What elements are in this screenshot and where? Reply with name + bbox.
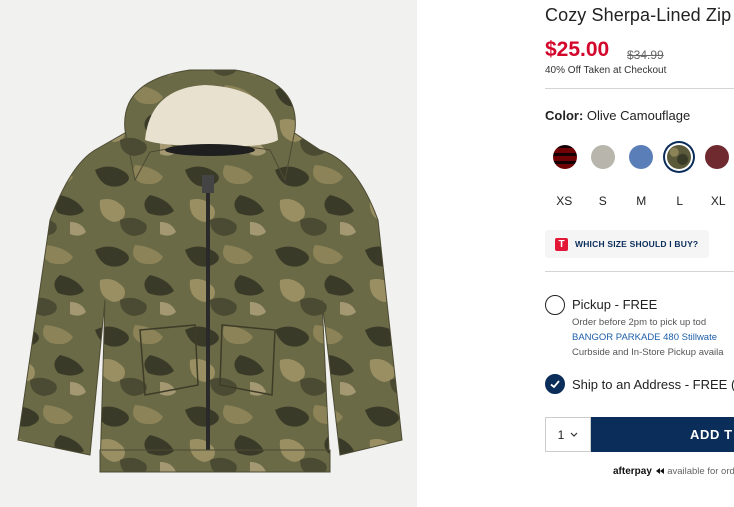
pickup-title: Pickup - FREE bbox=[572, 297, 658, 312]
hoodie-illustration bbox=[17, 69, 403, 473]
size-options: XS S M L XL bbox=[545, 194, 734, 208]
swatch-olive-camouflage[interactable] bbox=[667, 145, 691, 169]
divider bbox=[545, 88, 734, 89]
size-xl[interactable]: XL bbox=[699, 194, 734, 208]
checkmark-icon bbox=[550, 380, 560, 389]
size-guide-link[interactable]: T WHICH SIZE SHOULD I BUY? bbox=[545, 230, 709, 258]
quantity-value: 1 bbox=[557, 427, 565, 442]
pickup-radio[interactable] bbox=[545, 295, 565, 315]
size-l[interactable]: L bbox=[661, 194, 700, 208]
pickup-store-link[interactable]: BANGOR PARKADE 480 Stillwate bbox=[572, 332, 717, 343]
divider bbox=[545, 271, 734, 272]
color-swatches bbox=[553, 145, 729, 169]
size-xs[interactable]: XS bbox=[545, 194, 584, 208]
ship-radio[interactable] bbox=[545, 374, 565, 394]
chevron-down-icon bbox=[570, 432, 578, 437]
color-label: Color: bbox=[545, 108, 584, 123]
size-s[interactable]: S bbox=[584, 194, 623, 208]
afterpay-info: afterpay available for ord bbox=[613, 466, 734, 477]
promo-text: 40% Off Taken at Checkout bbox=[545, 65, 667, 76]
quantity-select[interactable]: 1 bbox=[545, 417, 591, 452]
product-title: Cozy Sherpa-Lined Zip bbox=[545, 5, 732, 25]
swatch-heather-gray[interactable] bbox=[591, 145, 615, 169]
color-selection: Color: Olive Camouflage bbox=[545, 108, 690, 123]
original-price: $34.99 bbox=[627, 48, 664, 62]
add-to-bag-button[interactable]: ADD T bbox=[591, 417, 734, 452]
product-image[interactable] bbox=[0, 0, 417, 507]
afterpay-arrows-icon bbox=[655, 468, 664, 475]
size-guide-icon: T bbox=[555, 237, 568, 251]
pickup-cutoff: Order before 2pm to pick up tod bbox=[572, 317, 707, 328]
swatch-burgundy[interactable] bbox=[705, 145, 729, 169]
swatch-blue[interactable] bbox=[629, 145, 653, 169]
afterpay-text: available for ord bbox=[667, 466, 734, 477]
size-m[interactable]: M bbox=[622, 194, 661, 208]
swatch-red-plaid[interactable] bbox=[553, 145, 577, 169]
afterpay-logo: afterpay bbox=[613, 466, 652, 477]
ship-title: Ship to an Address - FREE ( bbox=[572, 377, 734, 392]
size-guide-label: WHICH SIZE SHOULD I BUY? bbox=[575, 239, 699, 249]
product-details: Cozy Sherpa-Lined Zip $25.00 $34.99 40% … bbox=[545, 0, 734, 507]
color-value: Olive Camouflage bbox=[586, 108, 691, 123]
pickup-availability: Curbside and In-Store Pickup availa bbox=[572, 347, 724, 358]
sale-price: $25.00 bbox=[545, 38, 610, 61]
